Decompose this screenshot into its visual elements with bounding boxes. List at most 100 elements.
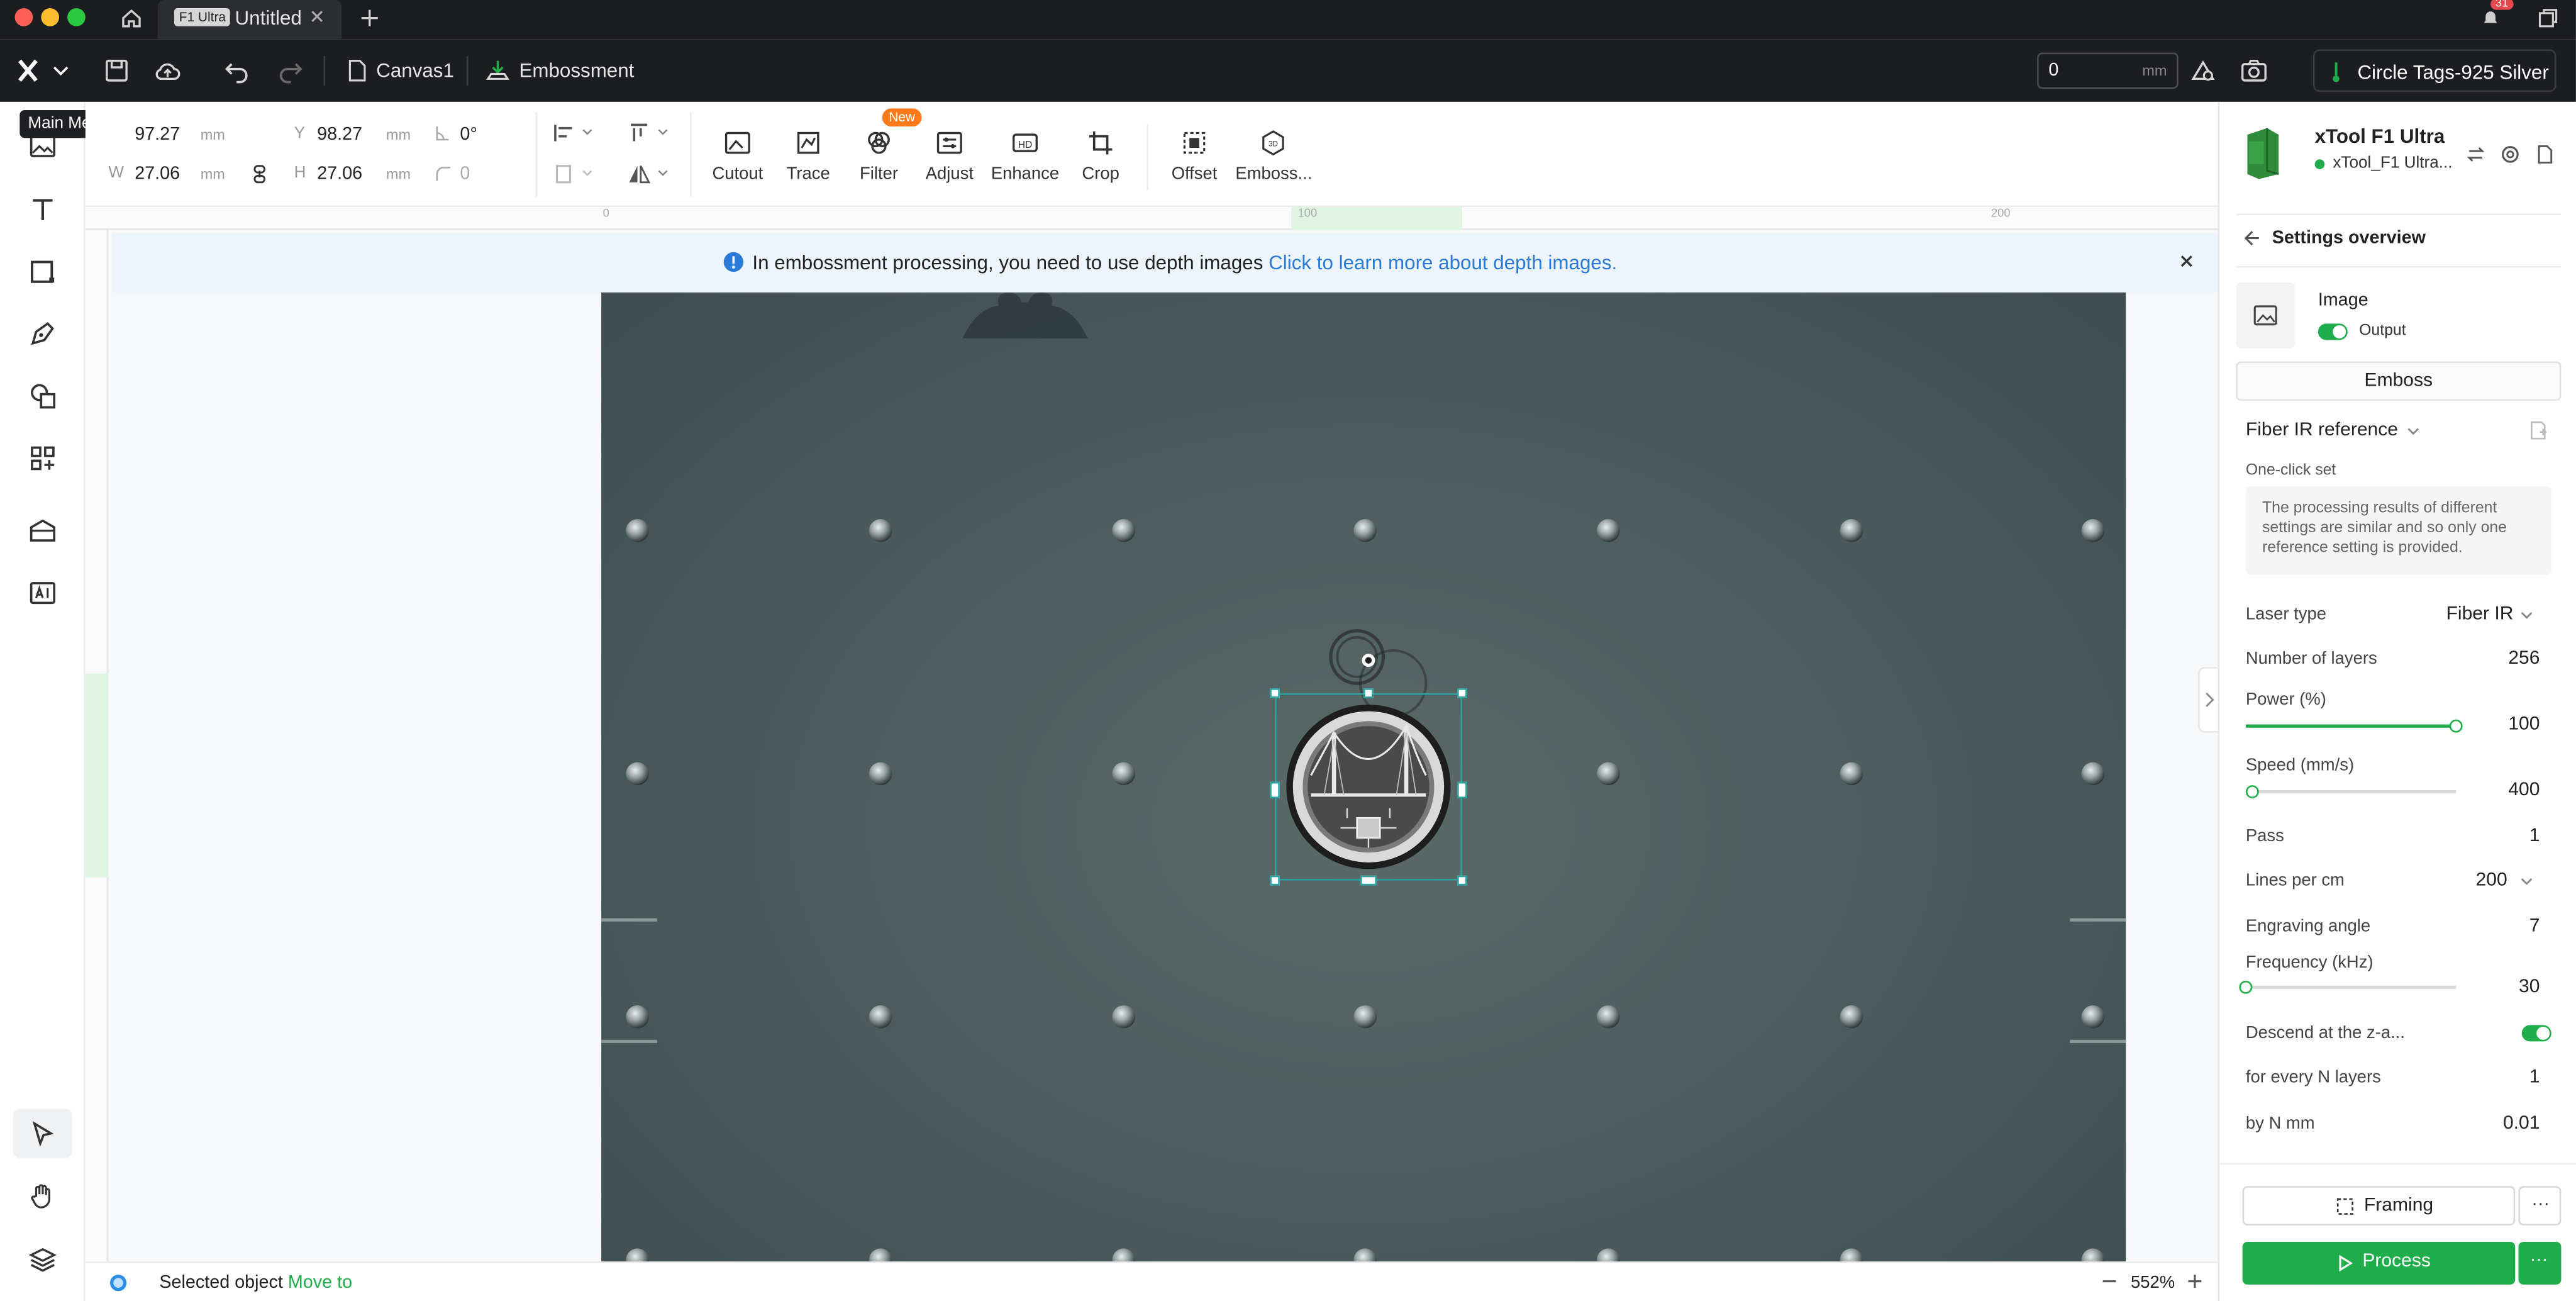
cutout-button[interactable]: Cutout (700, 125, 775, 190)
info-icon (723, 251, 744, 272)
y-position-value[interactable]: 98.27 (317, 125, 362, 144)
reference-dropdown[interactable]: Fiber IR reference (2246, 420, 2398, 440)
laser-type-dropdown[interactable]: Fiber IR (2446, 605, 2514, 624)
width-value[interactable]: 27.06 (135, 164, 180, 184)
text-tool-icon[interactable] (28, 194, 57, 223)
undo-icon[interactable] (222, 56, 252, 86)
emboss-button[interactable]: 3D Emboss... (1235, 125, 1312, 190)
zoom-in-icon[interactable] (2187, 1270, 2203, 1293)
layers-icon[interactable] (28, 1244, 57, 1273)
framing-more-button[interactable]: ··· (2518, 1186, 2562, 1226)
process-more-button[interactable]: ··· (2518, 1241, 2562, 1285)
resize-handle-bottom-right[interactable] (1457, 875, 1467, 886)
process-button[interactable]: Process (2242, 1241, 2516, 1285)
close-tab-icon[interactable] (309, 8, 325, 25)
device-settings-gear-icon[interactable] (2501, 145, 2520, 164)
panel-collapse-handle[interactable] (2198, 667, 2218, 733)
app-logo-menu-icon[interactable] (16, 57, 69, 84)
power-slider-knob[interactable] (2449, 719, 2463, 733)
resize-handle-left[interactable] (1270, 781, 1280, 798)
chevron-down-icon[interactable] (2519, 610, 2535, 623)
material-library-icon[interactable] (28, 516, 57, 545)
back-arrow-icon[interactable] (2243, 228, 2262, 248)
speed-slider-knob[interactable] (2245, 785, 2259, 798)
ai-image-icon[interactable] (28, 578, 57, 608)
lines-per-cm-dropdown[interactable]: 200 (2476, 871, 2507, 890)
power-value[interactable]: 100 (2508, 715, 2540, 734)
crop-button[interactable]: Crop (1063, 125, 1138, 190)
canvas-name[interactable]: Canvas1 (376, 59, 454, 82)
elements-grid-icon[interactable] (28, 444, 57, 473)
maximize-window-button[interactable] (67, 8, 86, 26)
pass-value[interactable]: 1 (2529, 826, 2540, 846)
resize-handle-top-right[interactable] (1457, 688, 1467, 698)
processing-mode-label[interactable]: Embossment (519, 59, 634, 82)
material-selector-button[interactable]: Circle Tags-925 Silver (2312, 49, 2557, 92)
device-info-doc-icon[interactable] (2535, 145, 2555, 164)
x-position-value[interactable]: 97.27 (135, 125, 180, 144)
by-n-mm-value[interactable]: 0.01 (2503, 1114, 2540, 1133)
minimize-window-button[interactable] (41, 8, 60, 26)
output-toggle[interactable] (2318, 323, 2348, 340)
camera-icon[interactable] (2239, 56, 2268, 86)
offset-button[interactable]: Offset (1157, 125, 1232, 190)
engraving-angle-value[interactable]: 7 (2529, 917, 2540, 936)
trace-button[interactable]: Trace (770, 125, 846, 190)
auto-focus-icon[interactable] (2188, 56, 2218, 86)
layers-count-value[interactable]: 256 (2508, 649, 2540, 668)
chevron-down-icon[interactable] (2405, 425, 2421, 438)
selection-bounding-box[interactable] (1270, 688, 1467, 886)
device-connection-name[interactable]: xTool_F1 Ultra... (2333, 154, 2452, 172)
hand-pan-tool-icon[interactable] (28, 1181, 57, 1210)
window-switch-icon[interactable] (2536, 6, 2560, 30)
zoom-out-icon[interactable] (2101, 1270, 2118, 1293)
emboss-mode-button[interactable]: Emboss (2236, 361, 2562, 401)
notification-bell-icon[interactable] (2479, 6, 2502, 30)
distribute-icon[interactable] (552, 162, 595, 186)
shape-rectangle-tool-icon[interactable] (28, 256, 57, 286)
move-to-link[interactable]: Move to (288, 1273, 352, 1293)
cloud-upload-icon[interactable] (153, 56, 182, 86)
resize-handle-top[interactable] (1363, 688, 1374, 698)
home-icon[interactable] (120, 6, 143, 30)
speed-value[interactable]: 400 (2508, 780, 2540, 800)
close-banner-icon[interactable] (2175, 250, 2199, 273)
lock-ratio-icon[interactable] (253, 164, 266, 184)
frequency-slider-knob[interactable] (2239, 980, 2253, 994)
enhance-button[interactable]: HD Enhance (987, 125, 1063, 190)
power-slider[interactable] (2245, 719, 2463, 733)
corner-radius-value[interactable]: 0 (460, 164, 470, 184)
resize-handle-top-left[interactable] (1270, 688, 1280, 698)
height-value[interactable]: 27.06 (317, 164, 362, 184)
flip-icon[interactable] (628, 162, 670, 186)
chevron-down-icon[interactable] (2519, 876, 2535, 889)
layer-thumbnail[interactable] (2236, 282, 2296, 349)
resize-handle-bottom[interactable] (1360, 875, 1377, 886)
frequency-slider[interactable] (2239, 980, 2457, 994)
zoom-level[interactable]: 552% (2131, 1273, 2175, 1293)
framing-button[interactable]: Framing (2242, 1186, 2516, 1226)
pen-tool-icon[interactable] (28, 319, 57, 349)
save-preset-icon[interactable] (2528, 420, 2548, 440)
every-n-layers-value[interactable]: 1 (2529, 1068, 2540, 1087)
shapes-library-icon[interactable] (28, 381, 57, 411)
frequency-value[interactable]: 30 (2519, 978, 2540, 997)
align-top-icon[interactable] (628, 121, 670, 145)
resize-handle-bottom-left[interactable] (1270, 875, 1280, 886)
redo-icon[interactable] (276, 56, 306, 86)
align-left-icon[interactable] (552, 121, 595, 145)
adjust-button[interactable]: Adjust (912, 125, 987, 190)
new-tab-icon[interactable] (358, 6, 381, 30)
tab-untitled[interactable]: F1 Ultra Untitled (157, 0, 342, 40)
depth-images-link[interactable]: Click to learn more about depth images. (1269, 251, 1617, 274)
switch-device-icon[interactable] (2466, 145, 2485, 164)
descend-z-axis-toggle[interactable] (2521, 1025, 2551, 1042)
height-input[interactable]: 0 mm (2037, 52, 2179, 89)
close-window-button[interactable] (14, 8, 33, 26)
rotation-value[interactable]: 0° (460, 125, 477, 144)
speed-slider[interactable] (2245, 785, 2457, 798)
filter-button[interactable]: Filter (841, 125, 916, 190)
resize-handle-right[interactable] (1457, 781, 1467, 798)
select-tool-button[interactable] (13, 1108, 72, 1158)
save-icon[interactable] (102, 56, 131, 86)
